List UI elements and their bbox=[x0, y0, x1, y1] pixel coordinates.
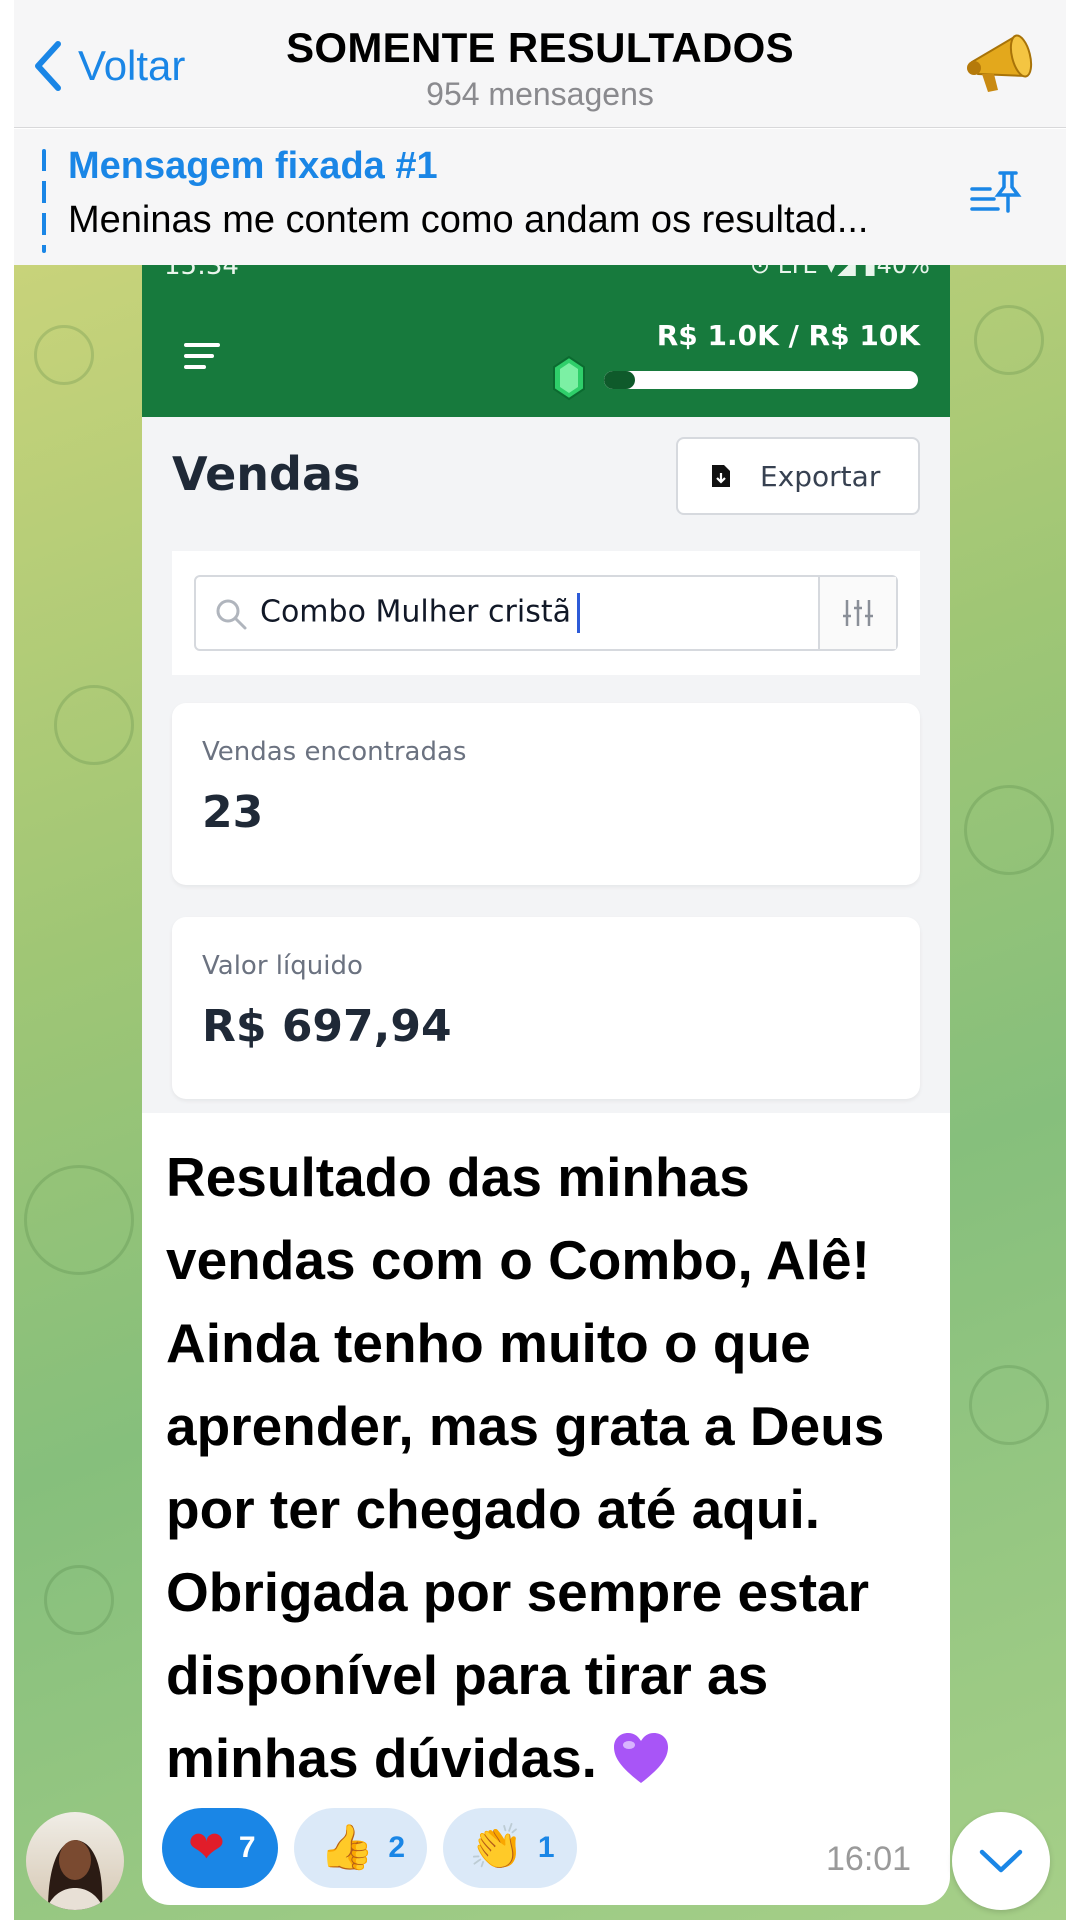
reaction-count: 7 bbox=[238, 1831, 256, 1864]
export-label: Exportar bbox=[760, 459, 881, 493]
status-time: 15:34 bbox=[164, 265, 239, 281]
goal-label: R$ 1.0K / R$ 10K bbox=[656, 319, 920, 352]
reactions-row: ❤ 7 👍 2 👏 1 bbox=[162, 1808, 577, 1888]
pin-list-icon[interactable] bbox=[968, 167, 1026, 221]
stat-label: Vendas encontradas bbox=[202, 737, 467, 767]
search-value: Combo Mulher cristã bbox=[260, 593, 580, 633]
file-download-icon bbox=[712, 465, 730, 487]
channel-title: SOMENTE RESULTADOS bbox=[286, 24, 794, 71]
pinned-message-bar[interactable]: Mensagem fixada #1 Meninas me contem com… bbox=[14, 129, 1066, 265]
stat-card-sales: Vendas encontradas 23 bbox=[172, 703, 920, 885]
filter-button bbox=[818, 577, 896, 649]
message-count: 954 mensagens bbox=[426, 76, 654, 112]
page-title: Vendas bbox=[172, 447, 361, 501]
background-doodle bbox=[964, 785, 1054, 875]
background-doodle bbox=[34, 325, 94, 385]
search-card: Combo Mulher cristã bbox=[172, 551, 920, 675]
pinned-text: Meninas me contem como andam os resultad… bbox=[68, 199, 869, 241]
sliders-icon bbox=[843, 600, 873, 626]
goal-progress-fill bbox=[604, 371, 636, 389]
goal-progress-bar bbox=[604, 371, 918, 389]
background-doodle bbox=[974, 305, 1044, 375]
message-text: Resultado das minhas vendas com o Combo,… bbox=[166, 1136, 936, 1800]
chevron-down-icon bbox=[979, 1849, 1023, 1873]
chat-title-area[interactable]: SOMENTE RESULTADOS 954 mensagens bbox=[14, 24, 1066, 113]
background-doodle bbox=[54, 685, 134, 765]
stat-value: 23 bbox=[202, 787, 264, 838]
background-doodle bbox=[44, 1565, 114, 1635]
reaction-thumbs-up[interactable]: 👍 2 bbox=[293, 1808, 428, 1888]
app-top-bar: 15:34 ⊙ LTE ▾◢ ▮40% R$ 1.0K / R$ 10K bbox=[142, 265, 950, 417]
message-time: 16:01 bbox=[826, 1840, 912, 1878]
pinned-indicator bbox=[42, 149, 46, 253]
stat-value: R$ 697,94 bbox=[202, 1001, 452, 1052]
reaction-count: 1 bbox=[537, 1831, 555, 1864]
text-caret bbox=[576, 593, 580, 633]
reaction-clap[interactable]: 👏 1 bbox=[443, 1808, 577, 1888]
megaphone-icon[interactable] bbox=[964, 28, 1042, 98]
avatar[interactable] bbox=[26, 1812, 124, 1910]
search-input: Combo Mulher cristã bbox=[194, 575, 898, 651]
heart-icon: ❤ bbox=[188, 1822, 225, 1873]
menu-icon bbox=[184, 343, 220, 373]
stat-card-net-value: Valor líquido R$ 697,94 bbox=[172, 917, 920, 1099]
thumbs-up-icon: 👍 bbox=[319, 1822, 375, 1873]
search-icon bbox=[216, 599, 247, 630]
purple-heart-icon bbox=[614, 1733, 669, 1783]
emerald-icon bbox=[553, 355, 585, 401]
background-doodle bbox=[24, 1165, 134, 1275]
pinned-title: Mensagem fixada #1 bbox=[68, 145, 438, 187]
scroll-down-button[interactable] bbox=[952, 1812, 1050, 1910]
reaction-heart[interactable]: ❤ 7 bbox=[162, 1808, 278, 1888]
background-doodle bbox=[969, 1365, 1049, 1445]
attached-screenshot[interactable]: 15:34 ⊙ LTE ▾◢ ▮40% R$ 1.0K / R$ 10K Ven… bbox=[142, 265, 950, 1113]
message-body: Resultado das minhas vendas com o Combo,… bbox=[166, 1146, 885, 1789]
chat-header: Voltar SOMENTE RESULTADOS 954 mensagens bbox=[14, 0, 1066, 128]
clapping-hands-icon: 👏 bbox=[469, 1822, 524, 1873]
stat-label: Valor líquido bbox=[202, 951, 363, 981]
status-indicators: ⊙ LTE ▾◢ ▮40% bbox=[750, 265, 930, 279]
export-button: Exportar bbox=[676, 437, 920, 515]
avatar-portrait bbox=[46, 1840, 104, 1910]
reaction-count: 2 bbox=[388, 1831, 406, 1864]
